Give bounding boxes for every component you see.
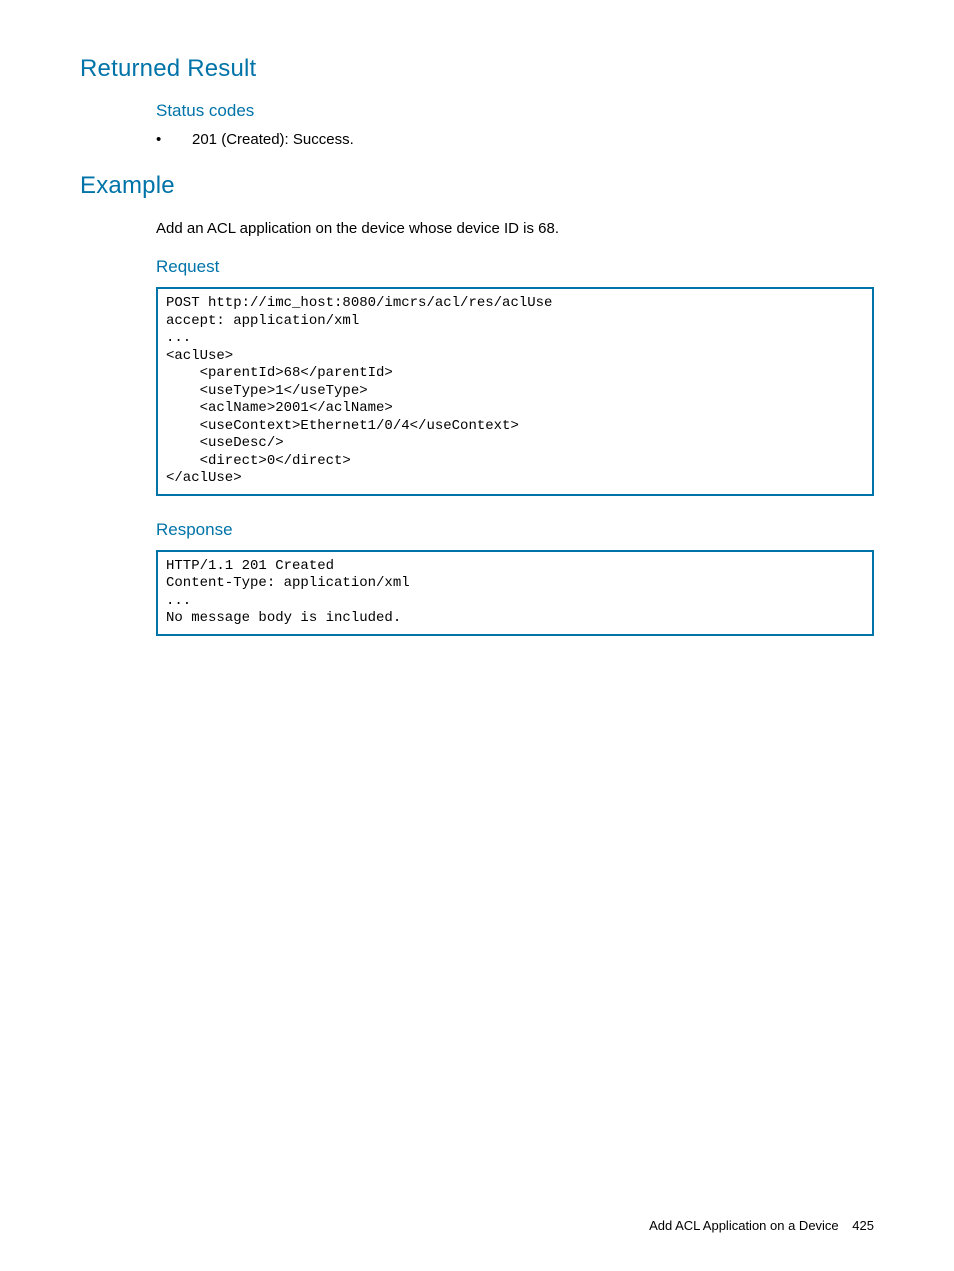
subheading-response: Response [80, 520, 874, 540]
request-code-block: POST http://imc_host:8080/imcrs/acl/res/… [156, 287, 874, 496]
bullet-icon: • [156, 131, 192, 148]
section-heading-returned-result: Returned Result [80, 55, 874, 83]
status-code-text: 201 (Created): Success. [192, 131, 354, 148]
footer-label: Add ACL Application on a Device [649, 1218, 839, 1233]
status-code-item: • 201 (Created): Success. [80, 131, 874, 148]
response-code-block: HTTP/1.1 201 Created Content-Type: appli… [156, 550, 874, 636]
section-heading-example: Example [80, 172, 874, 200]
page-footer: Add ACL Application on a Device 425 [649, 1218, 874, 1233]
subheading-status-codes: Status codes [80, 101, 874, 121]
footer-page-number: 425 [852, 1218, 874, 1233]
subheading-request: Request [80, 257, 874, 277]
example-intro-text: Add an ACL application on the device who… [80, 218, 874, 239]
